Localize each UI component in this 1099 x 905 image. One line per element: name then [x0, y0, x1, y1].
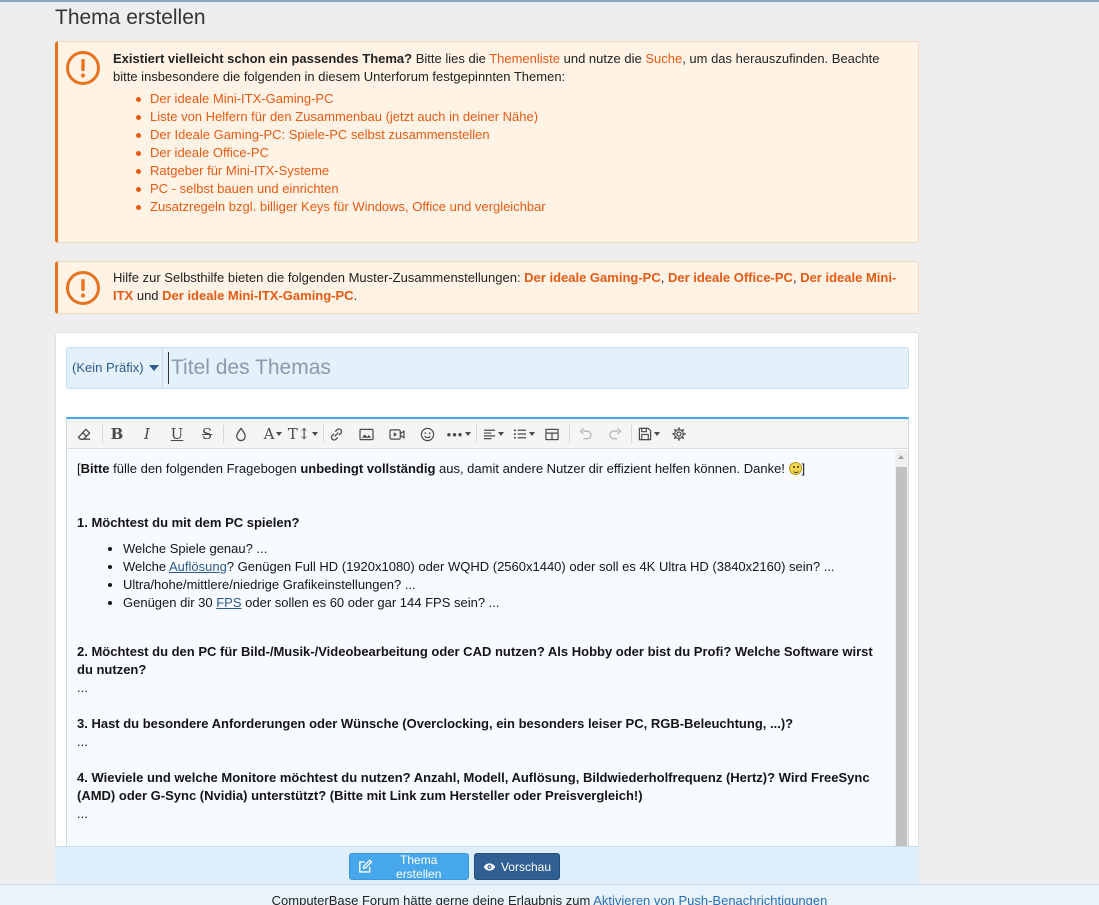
notice-text: Bitte lies die — [412, 51, 490, 66]
eraser-icon[interactable] — [73, 423, 95, 445]
prefix-label: (Kein Präfix) — [72, 360, 144, 375]
submit-bar: Thema erstellen Vorschau — [55, 846, 919, 884]
notice-body: Hilfe zur Selbsthilfe bieten die folgend… — [113, 269, 902, 305]
fps-link[interactable]: FPS — [216, 595, 241, 610]
separator: . — [353, 288, 358, 303]
preview-label: Vorschau — [500, 859, 551, 874]
drafts-icon[interactable] — [635, 423, 663, 445]
exclamation-circle-icon — [66, 271, 100, 305]
text-color-icon[interactable] — [230, 423, 252, 445]
intro-line: [Bitte fülle den folgenden Fragebogen un… — [77, 461, 806, 476]
search-link[interactable]: Suche — [645, 51, 682, 66]
redo-icon[interactable] — [604, 423, 626, 445]
notice-body: Existiert vielleicht schon ein passendes… — [113, 50, 902, 216]
answer-placeholder: ... — [77, 680, 88, 695]
resolution-link[interactable]: Auflösung — [169, 559, 227, 574]
list-item: Genügen dir 30 FPS oder sollen es 60 ode… — [123, 594, 885, 612]
push-text: ComputerBase Forum hätte gerne deine Erl… — [271, 893, 594, 905]
notice-text: Hilfe zur Selbsthilfe bieten die folgend… — [113, 270, 525, 285]
undo-icon[interactable] — [574, 423, 596, 445]
top-border — [0, 0, 1099, 2]
list-item: Ultra/hohe/mittlere/niedrige Grafikeinst… — [123, 576, 885, 594]
thread-list-link[interactable]: Themenliste — [489, 51, 560, 66]
list-item: Welche Spiele genau? ... — [123, 540, 885, 558]
chevron-down-icon — [149, 365, 159, 371]
create-thread-label: Thema erstellen — [396, 852, 442, 881]
rich-text-editor: B I U S A T↕ ••• [Bitte fülle den folgen… — [66, 417, 909, 857]
existing-thread-notice: Existiert vielleicht schon ein passendes… — [55, 41, 919, 243]
toolbar-separator — [631, 425, 632, 443]
mini-itx-gaming-link[interactable]: Der ideale Mini-ITX-Gaming-PC — [162, 288, 353, 303]
pinned-thread-link[interactable]: Liste von Helfern für den Zusammenbau (j… — [136, 108, 902, 126]
editor-content[interactable]: [Bitte fülle den folgenden Fragebogen un… — [67, 450, 895, 857]
align-left-icon[interactable] — [479, 423, 507, 445]
create-thread-form: (Kein Präfix) B I U S A T↕ — [55, 332, 919, 885]
create-thread-button[interactable]: Thema erstellen — [349, 852, 469, 881]
scrollbar-thumb[interactable] — [896, 467, 907, 855]
separator: , — [660, 270, 668, 285]
toolbar-separator — [323, 425, 324, 443]
pinned-thread-link[interactable]: Der ideale Mini-ITX-Gaming-PC — [136, 90, 902, 108]
more-options-icon[interactable]: ••• — [445, 423, 473, 445]
list-item: Welche Auflösung? Genügen Full HD (1920x… — [123, 558, 885, 576]
scroll-up-arrow-icon[interactable] — [898, 455, 904, 459]
question-2: 2. Möchtest du den PC für Bild-/Musik-/V… — [77, 644, 873, 677]
office-pc-link[interactable]: Der ideale Office-PC — [668, 270, 793, 285]
pinned-thread-link[interactable]: PC - selbst bauen und einrichten — [136, 180, 902, 198]
strikethrough-icon[interactable]: S — [196, 423, 218, 445]
answer-placeholder: ... — [77, 734, 88, 749]
answer-placeholder: ... — [77, 806, 88, 821]
font-family-icon[interactable]: A — [259, 423, 287, 445]
pinned-thread-link[interactable]: Zusatzregeln bzgl. billiger Keys für Win… — [136, 198, 902, 216]
notice-strong: Existiert vielleicht schon ein passendes… — [113, 51, 413, 66]
smiley-icon[interactable] — [416, 423, 438, 445]
table-icon[interactable] — [541, 423, 563, 445]
toolbar-separator — [569, 425, 570, 443]
question-1-list: Welche Spiele genau? ... Welche Auflösun… — [77, 540, 885, 612]
pinned-thread-link[interactable]: Der Ideale Gaming-PC: Spiele-PC selbst z… — [136, 126, 902, 144]
link-icon[interactable] — [325, 423, 347, 445]
media-icon[interactable] — [386, 423, 408, 445]
smiley-icon — [788, 462, 802, 475]
page-title: Thema erstellen — [55, 6, 206, 29]
question-4: 4. Wieviele und welche Monitore möchtest… — [77, 770, 870, 803]
font-size-icon[interactable]: T↕ — [288, 423, 319, 445]
edit-icon — [359, 859, 373, 873]
bold-icon[interactable]: B — [106, 423, 128, 445]
pinned-thread-link[interactable]: Der ideale Office-PC — [136, 144, 902, 162]
toolbar-separator — [476, 425, 477, 443]
question-1: 1. Möchtest du mit dem PC spielen? — [77, 515, 300, 530]
separator: und — [133, 288, 163, 303]
preview-button[interactable]: Vorschau — [474, 853, 560, 880]
prefix-select[interactable]: (Kein Präfix) — [67, 348, 163, 388]
sample-builds-notice: Hilfe zur Selbsthilfe bieten die folgend… — [55, 261, 919, 314]
pinned-thread-link[interactable]: Ratgeber für Mini-ITX-Systeme — [136, 162, 902, 180]
title-row: (Kein Präfix) — [66, 347, 909, 389]
gaming-pc-link[interactable]: Der ideale Gaming-PC — [524, 270, 661, 285]
eye-icon — [483, 862, 496, 871]
push-notification-bar: ComputerBase Forum hätte gerne deine Erl… — [0, 884, 1099, 905]
italic-icon[interactable]: I — [136, 423, 158, 445]
list-icon[interactable] — [509, 423, 539, 445]
question-3: 3. Hast du besondere Anforderungen oder … — [77, 716, 794, 731]
enable-push-link[interactable]: Aktivieren von Push-Benachrichtigungen — [593, 893, 827, 905]
editor-toolbar: B I U S A T↕ ••• — [67, 419, 908, 449]
toolbar-separator — [102, 425, 103, 443]
underline-icon[interactable]: U — [166, 423, 188, 445]
gear-icon[interactable] — [668, 423, 690, 445]
image-icon[interactable] — [355, 423, 377, 445]
exclamation-circle-icon — [66, 51, 100, 85]
notice-text: und nutze die — [560, 51, 646, 66]
pinned-threads-list: Der ideale Mini-ITX-Gaming-PC Liste von … — [113, 90, 902, 216]
editor-scrollbar[interactable] — [895, 450, 908, 857]
toolbar-separator — [223, 425, 224, 443]
thread-title-input[interactable] — [168, 352, 898, 384]
